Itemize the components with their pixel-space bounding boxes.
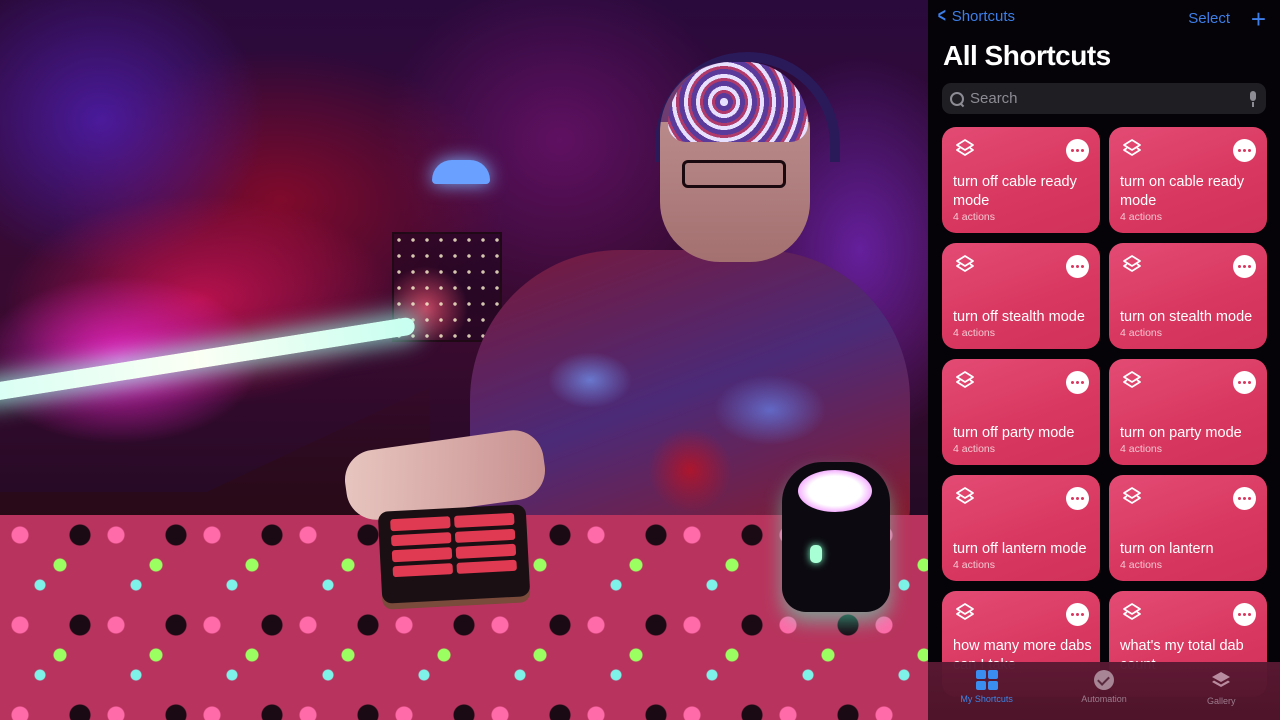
shortcuts-layers-icon (956, 255, 974, 272)
shortcut-title: turn on stealth mode (1120, 309, 1253, 325)
tab-my-shortcuts[interactable]: My Shortcuts (937, 670, 1037, 704)
more-options-button[interactable] (1233, 139, 1256, 162)
shortcut-action-count: 4 actions (953, 211, 996, 223)
mushroom-lamp (432, 160, 490, 184)
more-options-button[interactable] (1066, 139, 1089, 162)
shortcuts-layers-icon (1123, 139, 1141, 156)
tab-bar: My Shortcuts Automation Gallery (928, 662, 1280, 720)
shortcut-card[interactable]: turn off lantern mode 4 actions (942, 475, 1100, 581)
shortcut-card[interactable]: turn on stealth mode 4 actions (1109, 243, 1267, 349)
shortcut-title: turn on party mode (1120, 425, 1242, 441)
add-shortcut-button[interactable]: + (1251, 4, 1266, 35)
more-options-button[interactable] (1066, 487, 1089, 510)
tab-gallery[interactable]: Gallery (1171, 670, 1271, 706)
shortcuts-layers-icon (956, 371, 974, 388)
shortcut-card[interactable]: turn on party mode 4 actions (1109, 359, 1267, 465)
shortcut-card[interactable]: turn off cable ready mode 4 actions (942, 127, 1100, 233)
clock-check-icon (1093, 670, 1114, 690)
chevron-left-icon: < (937, 5, 946, 27)
more-options-button[interactable] (1233, 371, 1256, 394)
layers-icon (1212, 672, 1231, 687)
shortcut-card[interactable]: turn on cable ready mode 4 actions (1109, 127, 1267, 233)
shortcuts-app: < Shortcuts Select + All Shortcuts turn … (928, 0, 1280, 720)
shortcut-title: turn off lantern mode (953, 541, 1087, 557)
shortcuts-layers-icon (1123, 371, 1141, 388)
shortcuts-layers-icon (956, 139, 974, 156)
more-options-button[interactable] (1233, 603, 1256, 626)
shortcut-card[interactable]: turn off party mode 4 actions (942, 359, 1100, 465)
shortcuts-layers-icon (956, 603, 974, 620)
shortcut-action-count: 4 actions (953, 443, 996, 455)
select-button[interactable]: Select (1188, 10, 1230, 27)
shortcut-title: turn off party mode (953, 425, 1075, 441)
search-input[interactable] (970, 90, 1248, 107)
webcam-video-feed (0, 0, 928, 720)
shortcut-title: turn off stealth mode (953, 309, 1085, 325)
shortcut-action-count: 4 actions (953, 559, 996, 571)
shortcuts-layers-icon (1123, 603, 1141, 620)
more-options-button[interactable] (1233, 487, 1256, 510)
shortcuts-grid: turn off cable ready mode 4 actions turn… (942, 127, 1268, 697)
shortcut-action-count: 4 actions (953, 327, 996, 339)
more-options-button[interactable] (1066, 255, 1089, 278)
page-title: All Shortcuts (943, 40, 1111, 71)
back-label: Shortcuts (951, 7, 1016, 25)
lantern-indicator (810, 545, 822, 563)
phone-on-table (377, 504, 531, 604)
more-options-button[interactable] (1066, 603, 1089, 626)
navigation-bar: < Shortcuts Select + (928, 4, 1280, 34)
shortcut-action-count: 4 actions (1120, 211, 1163, 223)
more-options-button[interactable] (1066, 371, 1089, 394)
shortcut-card[interactable]: turn on lantern 4 actions (1109, 475, 1267, 581)
shortcut-title: turn off cable ready mode (953, 174, 1077, 209)
shortcut-action-count: 4 actions (1120, 327, 1163, 339)
lantern-light (798, 470, 872, 512)
shortcut-title: turn on lantern (1120, 541, 1214, 557)
shortcut-action-count: 4 actions (1120, 559, 1163, 571)
glasses (682, 160, 786, 188)
shortcuts-layers-icon (956, 487, 974, 504)
search-bar[interactable] (942, 83, 1266, 114)
tab-label: Gallery (1207, 696, 1236, 706)
shortcuts-layers-icon (1123, 255, 1141, 272)
tab-label: Automation (1081, 694, 1127, 704)
shortcut-card[interactable]: turn off stealth mode 4 actions (942, 243, 1100, 349)
shortcut-action-count: 4 actions (1120, 443, 1163, 455)
led-lightstrip (0, 316, 416, 403)
shortcuts-layers-icon (1123, 487, 1141, 504)
grid-icon (975, 670, 998, 690)
search-icon (950, 91, 964, 106)
tab-automation[interactable]: Automation (1054, 670, 1154, 704)
more-options-button[interactable] (1233, 255, 1256, 278)
shortcut-title: turn on cable ready mode (1120, 174, 1245, 209)
tab-label: My Shortcuts (960, 694, 1013, 704)
microphone-icon[interactable] (1248, 90, 1258, 107)
back-button[interactable]: < Shortcuts (936, 6, 1015, 26)
